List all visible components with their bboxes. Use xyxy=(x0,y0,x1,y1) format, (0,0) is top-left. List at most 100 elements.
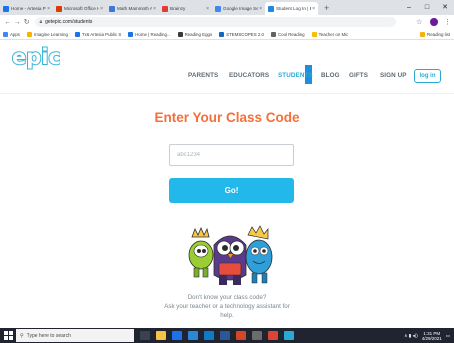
bookmark-item[interactable]: Reading Eggs xyxy=(177,31,213,37)
file-explorer-icon[interactable] xyxy=(156,331,166,340)
bookmark-label: Reading Eggs xyxy=(184,31,213,37)
tab-label: Brainzy xyxy=(170,6,186,11)
help-text-line2: Ask your teacher or a technology assista… xyxy=(164,303,290,310)
tab-close-icon[interactable]: × xyxy=(100,6,103,12)
window-controls: – □ ✕ xyxy=(400,0,454,15)
bookmark-favicon-icon xyxy=(219,31,225,37)
tab-close-icon[interactable]: × xyxy=(153,6,156,12)
epic-app-icon[interactable] xyxy=(284,331,294,340)
bookmark-favicon-icon xyxy=(270,31,276,37)
windows-start-icon[interactable] xyxy=(0,328,16,343)
bookmark-favicon-icon xyxy=(177,31,183,37)
network-icon[interactable]: ∧ ▮ ◂)) xyxy=(404,333,418,339)
nav-signup[interactable]: SIGN UP xyxy=(380,72,407,79)
epic-logo-icon: epic! xyxy=(11,44,72,70)
bookmark-label: Apps xyxy=(10,31,21,37)
mail-icon[interactable] xyxy=(172,331,182,340)
task-view-icon[interactable] xyxy=(140,331,150,340)
go-button[interactable]: Go! xyxy=(169,178,294,203)
help-text-line1: Don't know your class code? xyxy=(187,294,267,301)
edge-icon[interactable] xyxy=(204,331,214,340)
bookmark-label: Imagine Learning xyxy=(34,31,68,37)
taskbar-clock[interactable]: 1:31 PM 4/29/2021 xyxy=(422,331,442,341)
page-title: Enter Your Class Code xyxy=(154,110,300,125)
powerpoint-icon[interactable] xyxy=(236,331,246,340)
other-bookmarks[interactable]: Reading list xyxy=(420,31,450,37)
nav-students[interactable]: STUDENTS xyxy=(278,65,313,84)
browser-tab[interactable]: Brainzy × xyxy=(159,2,212,15)
tab-favicon-icon xyxy=(109,5,115,12)
bookmark-item[interactable]: Home | Reading... xyxy=(128,31,171,37)
browser-window: Home - Artesia Public×Microsoft Office H… xyxy=(0,0,454,343)
tab-close-icon[interactable]: × xyxy=(259,6,262,12)
profile-avatar[interactable] xyxy=(430,18,438,26)
bookmark-item[interactable]: Imagine Learning xyxy=(27,31,68,37)
bookmark-star-icon[interactable]: ☆ xyxy=(416,18,422,26)
forward-arrow-icon[interactable]: → xyxy=(12,19,21,26)
tab-favicon-icon xyxy=(162,5,168,12)
store-icon[interactable] xyxy=(188,331,198,340)
media-icon[interactable] xyxy=(252,331,262,340)
bookmark-label: Home | Reading... xyxy=(135,31,171,37)
taskbar-search[interactable]: ⚲ Type here to search xyxy=(16,329,134,342)
url-text: getepic.com/students xyxy=(45,19,93,25)
bookmark-favicon-icon xyxy=(311,31,317,37)
lock-icon: 🔒︎ xyxy=(39,19,43,25)
browser-tab[interactable]: Math Mammoth Arit× xyxy=(106,2,159,15)
bookmark-item[interactable]: Cool Reading xyxy=(270,31,305,37)
nav-students-label: STUDENTS xyxy=(278,72,313,79)
bookmark-item[interactable]: Apps xyxy=(3,31,21,37)
tab-label: Math Mammoth Arit xyxy=(117,6,153,11)
browser-tab[interactable]: Microsoft Office Ho× xyxy=(53,2,106,15)
logo-text: epic! xyxy=(12,45,60,69)
chrome-icon[interactable] xyxy=(268,331,278,340)
tab-close-icon[interactable]: × xyxy=(47,6,50,12)
tab-favicon-icon xyxy=(56,5,62,12)
nav-gifts[interactable]: GIFTS xyxy=(349,72,368,79)
maximize-button[interactable]: □ xyxy=(418,0,436,15)
tab-close-icon[interactable]: × xyxy=(312,6,315,12)
bookmark-label: Tx6 Artesia Public S xyxy=(81,31,122,37)
yellow-mascot-icon xyxy=(188,226,214,278)
bookmark-item[interactable]: STEMSCOPES 2.0 xyxy=(219,31,264,37)
address-bar[interactable]: 🔒︎ getepic.com/students xyxy=(35,17,397,27)
bookmark-favicon-icon xyxy=(3,31,8,37)
browser-tab[interactable]: Home - Artesia Public× xyxy=(0,2,53,15)
notifications-icon[interactable]: ▭ xyxy=(446,333,450,339)
windows-logo-icon xyxy=(3,331,13,340)
tab-strip: Home - Artesia Public×Microsoft Office H… xyxy=(0,0,454,15)
back-arrow-icon[interactable]: ← xyxy=(3,19,12,26)
minimize-button[interactable]: – xyxy=(400,0,418,15)
word-icon[interactable] xyxy=(220,331,230,340)
tab-label: Microsoft Office Ho xyxy=(64,6,99,11)
browser-tab[interactable]: Student Log In | Epic× xyxy=(265,2,318,15)
site-nav: PARENTS EDUCATORS STUDENTS BLOG GIFTS SI… xyxy=(0,65,454,86)
tab-label: Google Image Sear xyxy=(223,6,259,11)
new-tab-button[interactable]: + xyxy=(318,2,335,15)
nav-blog[interactable]: BLOG xyxy=(321,72,340,79)
tab-close-icon[interactable]: × xyxy=(206,6,209,12)
bookmark-favicon-icon xyxy=(74,31,80,37)
reload-icon[interactable]: ↻ xyxy=(22,18,31,26)
epic-logo[interactable]: epic! xyxy=(10,44,72,70)
class-code-input[interactable] xyxy=(169,144,294,166)
owl-mascot-icon xyxy=(213,235,247,285)
system-tray: ∧ ▮ ◂)) 1:31 PM 4/29/2021 ▭ xyxy=(404,328,450,343)
nav-educators[interactable]: EDUCATORS xyxy=(229,72,269,79)
page-content: epic! PARENTS EDUCATORS STUDENTS BLOG GI… xyxy=(0,40,454,328)
close-window-button[interactable]: ✕ xyxy=(436,0,454,15)
tab-label: Home - Artesia Public xyxy=(11,6,46,11)
mascots-illustration xyxy=(188,225,273,285)
search-icon: ⚲ xyxy=(20,332,24,339)
bookmark-item[interactable]: Tx6 Artesia Public S xyxy=(74,31,122,37)
bookmark-favicon-icon xyxy=(128,31,134,37)
bookmark-item[interactable]: Teacher on Mic xyxy=(311,31,349,37)
bookmark-label: Teacher on Mic xyxy=(318,31,349,37)
menu-kebab-icon[interactable]: ⋮ xyxy=(444,18,451,26)
nav-parents[interactable]: PARENTS xyxy=(188,72,218,79)
browser-tab[interactable]: Google Image Sear× xyxy=(212,2,265,15)
bookmark-label: STEMSCOPES 2.0 xyxy=(226,31,264,37)
login-button[interactable]: log in xyxy=(414,69,441,83)
tab-label: Student Log In | Epic xyxy=(276,6,311,11)
help-text-line3: help. xyxy=(220,312,234,319)
